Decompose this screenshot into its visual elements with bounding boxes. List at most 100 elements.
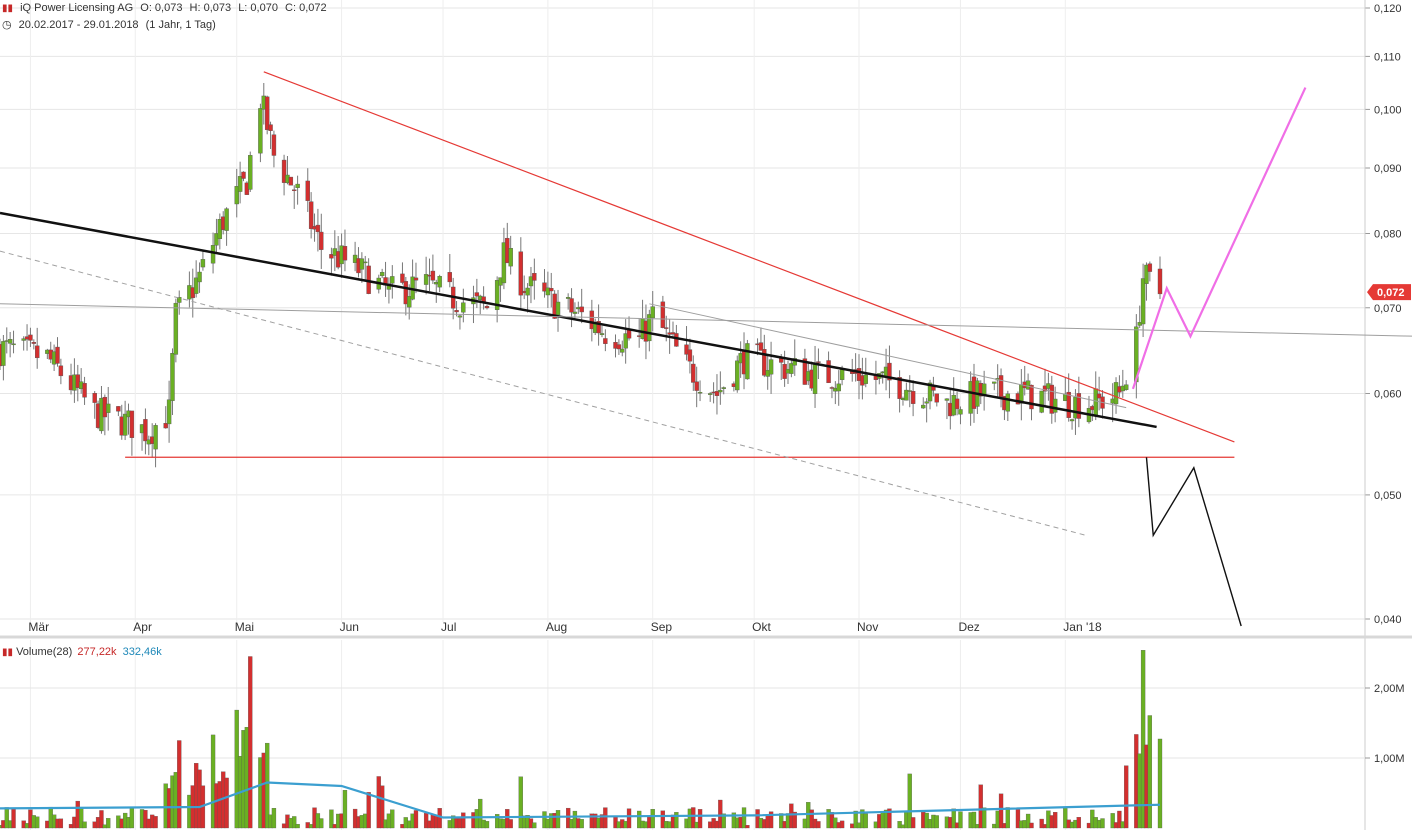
candle-body <box>342 246 348 261</box>
volume-bar <box>1053 811 1058 829</box>
interval-label: (1 Jahr, 1 Tag) <box>145 19 216 31</box>
volume-bar <box>981 807 987 829</box>
candle-body <box>525 287 530 296</box>
candle-body <box>555 301 561 316</box>
candle-body <box>1066 391 1071 418</box>
volume-bar <box>177 740 182 829</box>
candle-body <box>691 363 696 383</box>
candle-body <box>687 349 693 362</box>
volume-bar <box>1124 765 1129 829</box>
candle-body <box>129 410 135 438</box>
volume-bar <box>58 818 64 829</box>
candle-body <box>958 409 963 415</box>
candle-body <box>1147 263 1153 272</box>
volume-bar <box>1076 817 1081 829</box>
volume-bar <box>863 813 868 829</box>
candle-body <box>241 171 246 179</box>
candle-body <box>518 251 524 296</box>
candle-body <box>768 359 774 375</box>
candle-body <box>224 208 229 231</box>
volume-bar <box>248 656 253 829</box>
candle-body <box>603 338 608 344</box>
bar-chart-icon: ▮▮ <box>2 647 14 658</box>
candle-body <box>934 393 939 403</box>
close-value: C: 0,072 <box>285 2 327 14</box>
x-tick-label: Apr <box>133 620 152 634</box>
candle-body <box>170 352 175 401</box>
trendline-resistance <box>263 71 1235 443</box>
candle-body <box>122 413 128 436</box>
candle-body <box>921 404 926 409</box>
candle-body <box>954 398 960 410</box>
candle-body <box>288 176 294 186</box>
candle-body <box>58 365 64 377</box>
volume-bar <box>413 810 419 829</box>
volume-average: 332,46k <box>122 646 162 658</box>
candle-body <box>721 387 726 389</box>
candle-body <box>305 180 310 201</box>
low-value: L: 0,070 <box>238 2 278 14</box>
candle-body <box>315 224 321 233</box>
volume-bar <box>741 807 747 829</box>
candle-body <box>650 306 655 319</box>
candle-body <box>572 311 578 314</box>
volume-bar <box>271 807 277 829</box>
candle-body <box>745 343 750 380</box>
volume-bar <box>153 816 158 829</box>
chart-header: ▮▮ iQ Power Licensing AG O: 0,073 H: 0,0… <box>2 2 331 14</box>
candle-body <box>308 201 314 229</box>
candle-body <box>981 383 987 395</box>
candle-body <box>106 403 111 413</box>
volume-bar <box>319 818 324 829</box>
candle-body <box>616 344 622 350</box>
candle-body <box>508 248 513 267</box>
volume-bar <box>342 790 348 829</box>
candle-body <box>28 334 33 341</box>
y-tick-label: 0,070 <box>1374 303 1402 315</box>
candle-body <box>826 360 831 384</box>
x-tick-label: Nov <box>857 620 878 634</box>
candle-body <box>812 363 818 394</box>
candle-body <box>413 277 419 281</box>
candle-body <box>718 389 723 393</box>
x-tick-label: Jan '18 <box>1063 620 1102 634</box>
candle-body <box>430 270 436 281</box>
candle-body <box>1069 419 1075 422</box>
candle-body <box>599 333 605 335</box>
candle-body <box>153 425 158 450</box>
candle-body <box>1039 390 1044 413</box>
candle-body <box>694 381 699 391</box>
candle-body <box>816 361 821 363</box>
candle-body <box>484 305 490 309</box>
volume-bar <box>224 777 229 829</box>
volume-bar <box>295 824 300 829</box>
x-tick-label: Okt <box>752 620 771 634</box>
candle-body <box>92 392 97 403</box>
candle-body <box>461 302 466 313</box>
volume-bar <box>484 821 490 829</box>
projection-bullish <box>1131 87 1307 390</box>
volume-bar <box>461 812 466 829</box>
volume-bar <box>106 818 111 829</box>
candle-body <box>295 183 300 188</box>
x-tick-label: Dez <box>958 620 979 634</box>
volume-value: 277,22k <box>77 646 117 658</box>
y-tick-label: 0,060 <box>1374 388 1402 400</box>
candle-body <box>292 189 297 191</box>
candle-body <box>664 327 669 329</box>
x-tick-label: Mär <box>28 620 49 634</box>
volume-bar <box>839 820 845 829</box>
candlestick-icon: ▮▮ <box>2 3 14 14</box>
open-value: O: 0,073 <box>140 2 183 14</box>
volume-tick-label: 1,00M <box>1374 753 1405 765</box>
candle-body <box>359 258 365 270</box>
volume-bar <box>366 792 371 829</box>
stock-chart: 0,120 0,110 0,100 0,090 0,080 0,070 0,060 0,050… <box>0 0 1412 830</box>
y-tick-label: 0,100 <box>1374 104 1402 116</box>
candle-body <box>55 346 60 364</box>
candle-body <box>569 298 574 313</box>
candle-body <box>1093 388 1098 416</box>
candle-body <box>735 360 740 391</box>
candle-body <box>379 272 385 277</box>
volume-bar <box>958 811 963 829</box>
